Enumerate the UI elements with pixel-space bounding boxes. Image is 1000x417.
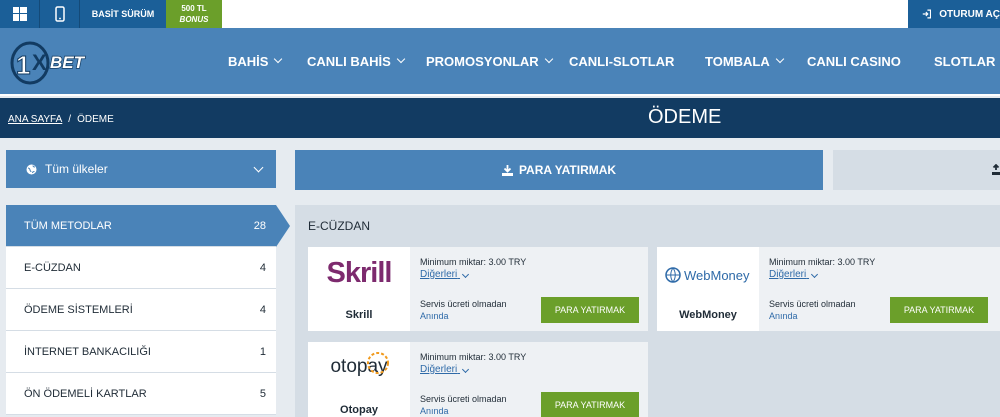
card-more-link[interactable]: Diğerleri <box>769 269 819 280</box>
nav-label: PROMOSYONLAR <box>426 53 539 69</box>
method-count: 5 <box>259 387 266 400</box>
svg-text:BET: BET <box>50 53 86 72</box>
chevron-down-icon <box>775 54 785 64</box>
method-label: ÖN ÖDEMELİ KARTLAR <box>24 387 147 400</box>
country-select-value: Tüm ülkeler <box>45 162 108 176</box>
card-time: Anında <box>769 311 798 321</box>
download-icon <box>501 164 513 176</box>
method-count: 4 <box>259 303 266 316</box>
main-header: 1 X BET BAHİS CANLI BAHİS PROMOSYONLAR C… <box>0 28 1000 96</box>
simple-version-button[interactable]: BASİT SÜRÜM <box>80 0 166 28</box>
nav-label: CANLI CASINO <box>807 53 901 69</box>
payment-method-list: TÜM METODLAR 28 E-CÜZDAN 4 ÖDEME SİSTEMLER… <box>6 205 290 415</box>
country-select[interactable]: Tüm ülkeler <box>6 150 276 188</box>
card-time: Anında <box>420 406 449 416</box>
card-name: WebMoney <box>679 309 737 321</box>
tab-deposit[interactable]: PARA YATIRMAK <box>295 150 823 190</box>
payment-card-skrill: Skrill Skrill Minimum miktar: 3.00 TRY D… <box>308 247 648 331</box>
upload-icon <box>992 164 1000 175</box>
nav-label: CANLI-SLOTLAR <box>569 53 675 69</box>
method-count: 1 <box>259 345 266 358</box>
svg-text:X: X <box>32 50 47 75</box>
deposit-button[interactable]: PARA YATIRMAK <box>890 297 988 323</box>
breadcrumb-bar: ANA SAYFA / ÖDEME ÖDEME <box>0 98 1000 138</box>
chevron-down-icon <box>253 162 264 173</box>
deposit-button[interactable]: PARA YATIRMAK <box>541 297 639 323</box>
method-tum-metodlar[interactable]: TÜM METODLAR 28 <box>6 205 290 247</box>
card-name: Skrill <box>345 309 373 321</box>
webmoney-logo: WebMoney WebMoney <box>657 247 759 331</box>
method-label: TÜM METODLAR <box>24 219 112 232</box>
tab-deposit-label: PARA YATIRMAK <box>518 163 617 177</box>
breadcrumb-home-link[interactable]: ANA SAYFA <box>8 114 62 125</box>
windows-icon[interactable] <box>0 0 40 28</box>
card-min-amount: Minimum miktar: 3.00 TRY <box>420 352 527 362</box>
method-label: ÖDEME SİSTEMLERİ <box>24 303 133 316</box>
method-count: 28 <box>253 219 266 232</box>
breadcrumb-separator: / <box>68 114 72 125</box>
chevron-down-icon <box>461 365 470 374</box>
nav-label: TOMBALA <box>705 53 770 69</box>
page-title: ÖDEME <box>648 106 722 128</box>
otopay-logo: otopay Otopay <box>308 342 410 417</box>
top-bar: BASİT SÜRÜM 500 TL BONUS OTURUM AÇ <box>0 0 1000 28</box>
chevron-down-icon <box>544 54 553 64</box>
card-min-amount: Minimum miktar: 3.00 TRY <box>420 257 527 267</box>
chevron-down-icon <box>810 270 819 279</box>
card-more-link[interactable]: Diğerleri <box>420 364 470 375</box>
payment-card-otopay: otopay Otopay Minimum miktar: 3.00 TRY D… <box>308 342 648 417</box>
mobile-icon[interactable] <box>40 0 80 28</box>
nav-canli-bahis[interactable]: CANLI BAHİS <box>307 28 406 94</box>
login-icon <box>922 9 932 19</box>
nav-label: CANLI BAHİS <box>307 53 391 69</box>
nav-label: BAHİS <box>228 53 269 69</box>
brand-logo[interactable]: 1 X BET <box>6 36 102 86</box>
webmoney-globe-icon <box>665 267 681 283</box>
payment-card-webmoney: WebMoney WebMoney Minimum miktar: 3.00 T… <box>657 247 1000 331</box>
chevron-down-icon <box>396 54 406 64</box>
bonus-amount: 500 TL <box>181 4 207 13</box>
skrill-logo: Skrill Skrill <box>308 247 410 331</box>
method-odeme-sistemleri[interactable]: ÖDEME SİSTEMLERİ 4 <box>6 289 276 331</box>
card-fee: Servis ücreti olmadan <box>420 394 507 404</box>
deposit-button[interactable]: PARA YATIRMAK <box>541 392 639 417</box>
globe-icon <box>26 164 37 174</box>
method-label: E-CÜZDAN <box>24 261 81 274</box>
otopay-mark-icon <box>367 352 389 374</box>
card-fee: Servis ücreti olmadan <box>769 299 856 309</box>
card-min-amount: Minimum miktar: 3.00 TRY <box>769 257 876 267</box>
tab-withdraw[interactable] <box>833 150 1000 190</box>
card-name: Otopay <box>340 404 378 416</box>
method-count: 4 <box>259 261 266 274</box>
breadcrumb: ANA SAYFA / ÖDEME <box>8 114 114 125</box>
nav-slotlar[interactable]: SLOTLAR <box>934 28 995 94</box>
nav-label: SLOTLAR <box>934 53 996 69</box>
nav-tombala[interactable]: TOMBALA <box>705 28 785 94</box>
chevron-down-icon <box>274 54 283 64</box>
nav-canli-casino[interactable]: CANLI CASINO <box>807 28 901 94</box>
bonus-label: BONUS <box>179 15 209 24</box>
nav-promosyonlar[interactable]: PROMOSYONLAR <box>426 28 553 94</box>
login-button[interactable]: OTURUM AÇ <box>908 0 1000 28</box>
nav-canli-slotlar[interactable]: CANLI-SLOTLAR <box>569 28 674 94</box>
svg-text:1: 1 <box>16 50 30 80</box>
nav-bahis[interactable]: BAHİS <box>228 28 283 94</box>
section-title: E-CÜZDAN <box>308 219 370 233</box>
method-internet-bankaciligi[interactable]: İNTERNET BANKACILIĞI 1 <box>6 331 276 373</box>
method-on-odemeli-kartlar[interactable]: ÖN ÖDEMELİ KARTLAR 5 <box>6 373 276 415</box>
chevron-down-icon <box>461 270 470 279</box>
breadcrumb-current: ÖDEME <box>77 114 114 125</box>
card-time: Anında <box>420 311 449 321</box>
card-fee: Servis ücreti olmadan <box>420 299 507 309</box>
login-label: OTURUM AÇ <box>939 8 1000 20</box>
payment-content: E-CÜZDAN Skrill Skrill Minimum miktar: 3… <box>295 205 1000 417</box>
method-e-cuzdan[interactable]: E-CÜZDAN 4 <box>6 247 276 289</box>
method-label: İNTERNET BANKACILIĞI <box>24 345 151 358</box>
bonus-badge[interactable]: 500 TL BONUS <box>166 0 222 28</box>
card-more-link[interactable]: Diğerleri <box>420 269 470 280</box>
